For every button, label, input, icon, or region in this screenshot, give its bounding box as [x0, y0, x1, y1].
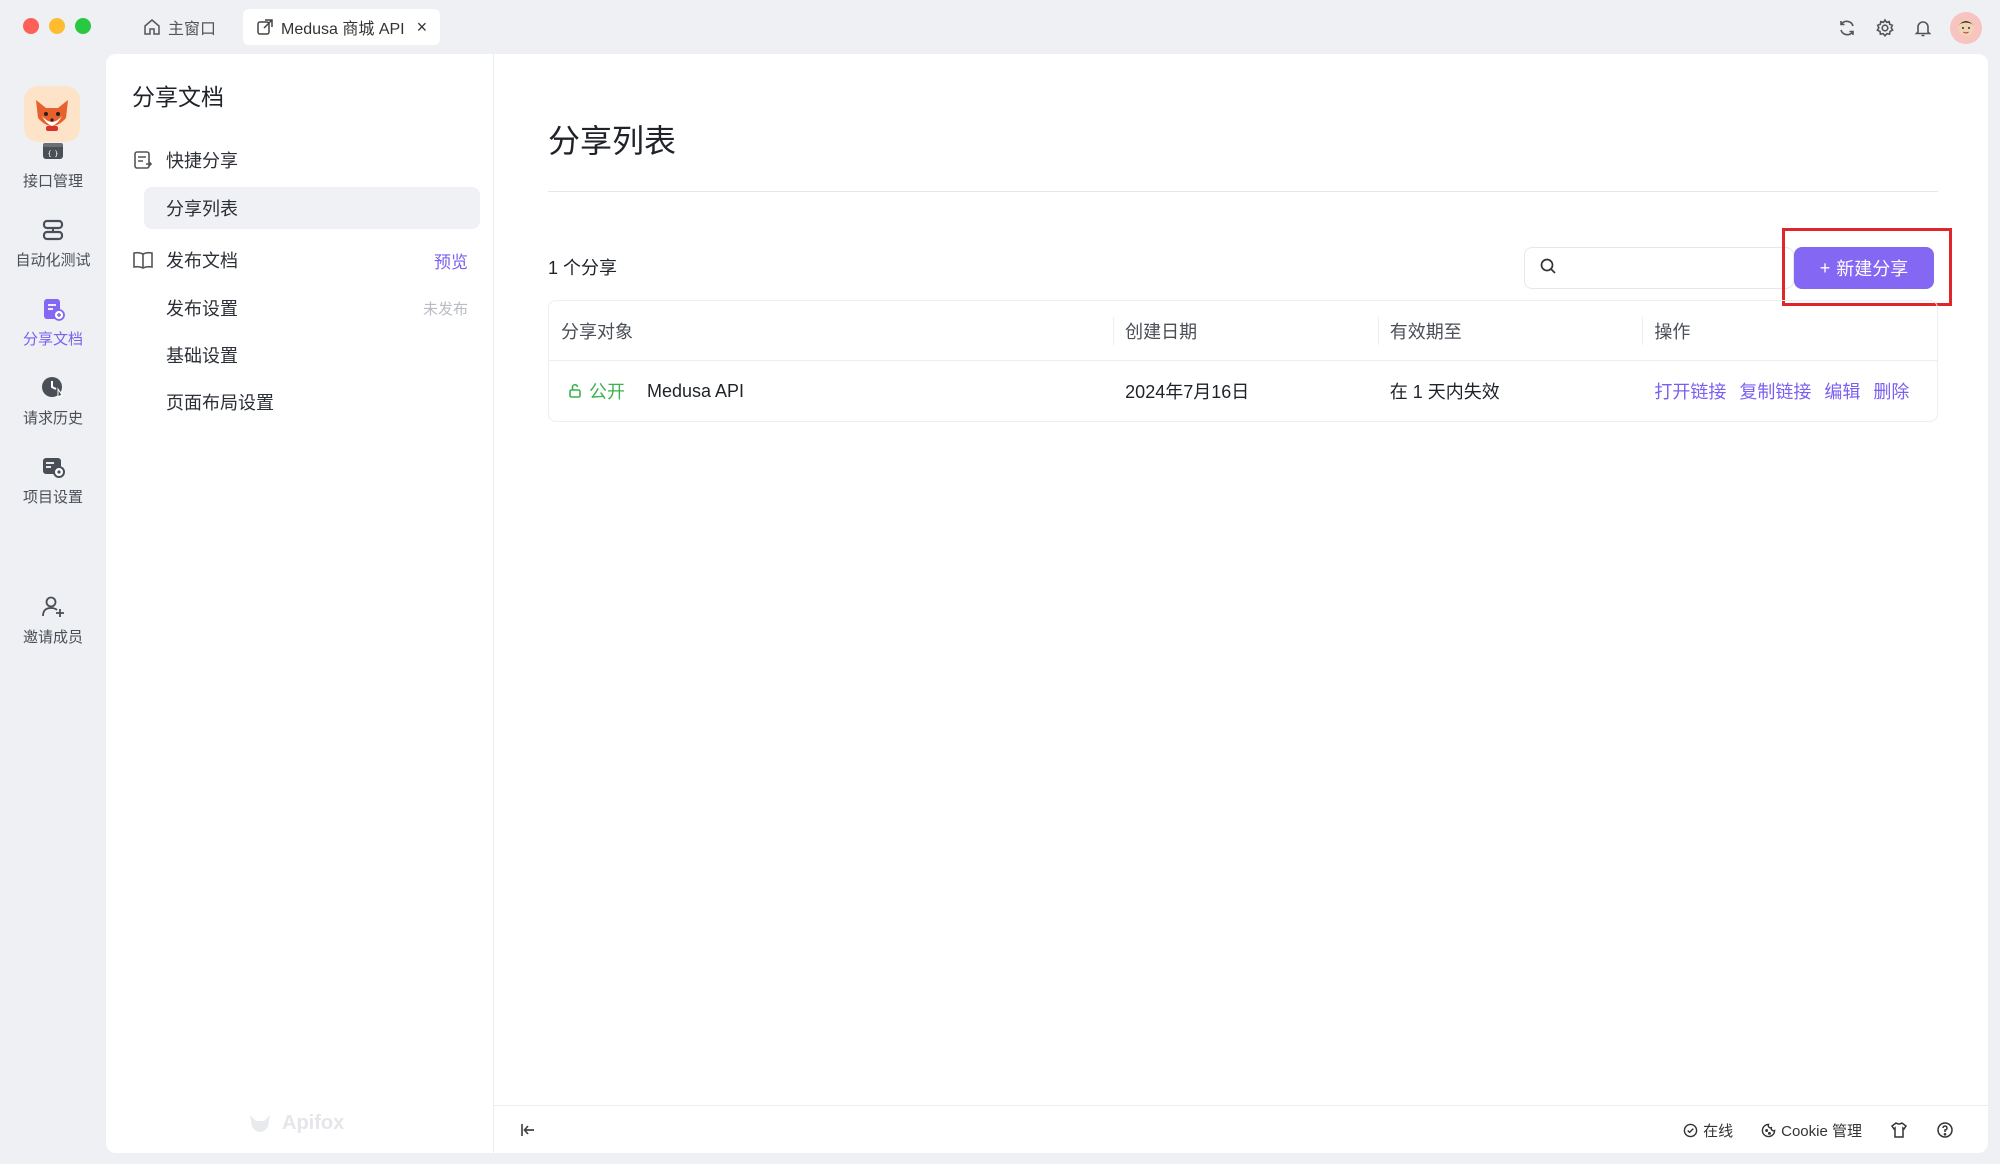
home-icon: [142, 17, 162, 37]
nav-layout-settings-label: 页面布局设置: [166, 393, 274, 413]
cookie-label: Cookie 管理: [1781, 1122, 1862, 1140]
rail-label: 自动化测试: [15, 252, 91, 269]
open-link-action[interactable]: 打开链接: [1654, 378, 1726, 404]
delete-action[interactable]: 删除: [1873, 378, 1909, 404]
public-label: 公开: [589, 382, 625, 402]
tab-home[interactable]: 主窗口: [130, 9, 228, 45]
table-header: 分享对象 创建日期 有效期至 操作: [549, 301, 1937, 361]
header-created-date: 创建日期: [1113, 301, 1378, 360]
preview-link[interactable]: 预览: [434, 248, 468, 273]
svg-text:{ }: { }: [47, 150, 58, 158]
nav-basic-settings-label: 基础设置: [166, 346, 238, 366]
share-target-name: Medusa API: [647, 380, 745, 401]
title-divider: [548, 191, 1938, 192]
nav-share-list[interactable]: 分享列表: [144, 187, 480, 229]
header-actions: 操作: [1642, 301, 1937, 360]
rail-item-project-settings[interactable]: 项目设置: [0, 454, 106, 507]
nav-publish-docs-label: 发布文档: [166, 251, 238, 271]
main-content: 分享列表 1 个分享 + 新建分享 分享对象 创建日期 有效期至 操作 公开 M…: [494, 54, 1988, 1153]
document-share-icon: [132, 149, 154, 171]
book-icon: [132, 249, 154, 271]
status-footer: 在线 Cookie 管理: [494, 1105, 1988, 1153]
search-icon: [1539, 257, 1557, 280]
history-icon: [40, 375, 66, 401]
rail-item-request-history[interactable]: 请求历史: [0, 375, 106, 428]
rail-item-automation-test[interactable]: 自动化测试: [0, 217, 106, 270]
nav-basic-settings[interactable]: 基础设置: [132, 334, 468, 376]
automation-icon: [40, 217, 66, 243]
rail-item-api-management[interactable]: { } 接口管理: [0, 138, 106, 191]
share-count: 1 个分享: [548, 258, 618, 278]
header-share-target: 分享对象: [561, 321, 633, 342]
rail-item-invite-members[interactable]: 邀请成员: [0, 594, 106, 647]
help-icon[interactable]: [1936, 1121, 1954, 1139]
watermark-text: Apifox: [282, 1111, 345, 1134]
cell-expires: 在 1 天内失效: [1389, 382, 1500, 402]
rail-label: 邀请成员: [22, 629, 83, 646]
title-bar: 主窗口 Medusa 商城 API ×: [0, 0, 2000, 54]
settings-gear-icon[interactable]: [1874, 17, 1896, 39]
public-badge: 公开: [567, 378, 625, 404]
nav-quick-share[interactable]: 快捷分享: [132, 139, 468, 181]
share-table: 分享对象 创建日期 有效期至 操作 公开 Medusa API 2024年7月1…: [548, 300, 1938, 422]
plus-icon: +: [1819, 257, 1831, 278]
share-docs-sidebar: 分享文档 快捷分享 分享列表 发布文档 预览 发布设置 未发布 基础设置 页面布…: [106, 54, 494, 1153]
external-link-icon: [255, 17, 275, 37]
project-settings-icon: [40, 454, 66, 480]
rail-label: 请求历史: [22, 410, 83, 427]
unpublished-status: 未发布: [422, 300, 468, 318]
nav-publish-settings-label: 发布设置: [166, 299, 238, 319]
tab-medusa-label: Medusa 商城 API: [281, 21, 405, 38]
nav-layout-settings[interactable]: 页面布局设置: [132, 381, 468, 423]
unlock-icon: [569, 383, 581, 398]
rail-item-share-docs[interactable]: 分享文档: [0, 296, 106, 349]
rail-label: 分享文档: [22, 331, 83, 348]
new-share-button[interactable]: + 新建分享: [1794, 247, 1934, 289]
close-window-button[interactable]: [23, 18, 39, 34]
new-share-label: 新建分享: [1836, 259, 1909, 279]
nav-share-list-label: 分享列表: [166, 199, 238, 219]
apifox-watermark: Apifox: [246, 1109, 344, 1137]
cookie-manager[interactable]: Cookie 管理: [1761, 1120, 1862, 1141]
tab-medusa-api[interactable]: Medusa 商城 API ×: [243, 9, 440, 45]
api-icon: { }: [40, 138, 66, 164]
share-doc-icon: [40, 296, 66, 322]
theme-shirt-icon[interactable]: [1890, 1121, 1908, 1139]
close-tab-icon[interactable]: ×: [417, 17, 428, 38]
tab-home-label: 主窗口: [168, 21, 217, 38]
nav-publish-settings[interactable]: 发布设置 未发布: [132, 287, 468, 329]
cell-created-date: 2024年7月16日: [1125, 382, 1250, 402]
page-title: 分享列表: [548, 123, 677, 159]
edit-action[interactable]: 编辑: [1824, 378, 1860, 404]
apifox-logo-icon: [250, 1115, 270, 1132]
search-input[interactable]: [1567, 259, 1767, 277]
user-avatar[interactable]: [1950, 12, 1982, 44]
project-logo[interactable]: [24, 86, 80, 142]
nav-publish-docs[interactable]: 发布文档 预览: [132, 239, 468, 281]
copy-link-action[interactable]: 复制链接: [1739, 378, 1811, 404]
search-box[interactable]: [1524, 247, 1794, 289]
cell-share-target: 公开 Medusa API: [549, 361, 1113, 421]
cell-actions: 打开链接 复制链接 编辑 删除: [1642, 361, 1937, 421]
rail-label: 项目设置: [22, 489, 83, 506]
table-row: 公开 Medusa API 2024年7月16日 在 1 天内失效 打开链接 复…: [549, 361, 1937, 421]
collapse-sidebar-icon[interactable]: [516, 1118, 540, 1142]
notification-bell-icon[interactable]: [1912, 17, 1934, 39]
maximize-window-button[interactable]: [75, 18, 91, 34]
check-circle-icon: [1683, 1123, 1698, 1137]
invite-member-icon: [40, 594, 66, 620]
online-label: 在线: [1703, 1122, 1734, 1140]
sidebar-title: 分享文档: [132, 84, 224, 110]
left-rail: { } 接口管理 自动化测试 分享文档 请求历史 项目设置 邀请成员: [0, 54, 106, 1164]
rail-label: 接口管理: [22, 173, 83, 190]
refresh-icon[interactable]: [1836, 17, 1858, 39]
header-expires: 有效期至: [1377, 301, 1643, 360]
nav-quick-share-label: 快捷分享: [166, 151, 238, 171]
fox-logo-icon: [36, 100, 68, 131]
cookie-icon: [1761, 1123, 1776, 1137]
online-status[interactable]: 在线: [1683, 1120, 1733, 1141]
minimize-window-button[interactable]: [49, 18, 65, 34]
